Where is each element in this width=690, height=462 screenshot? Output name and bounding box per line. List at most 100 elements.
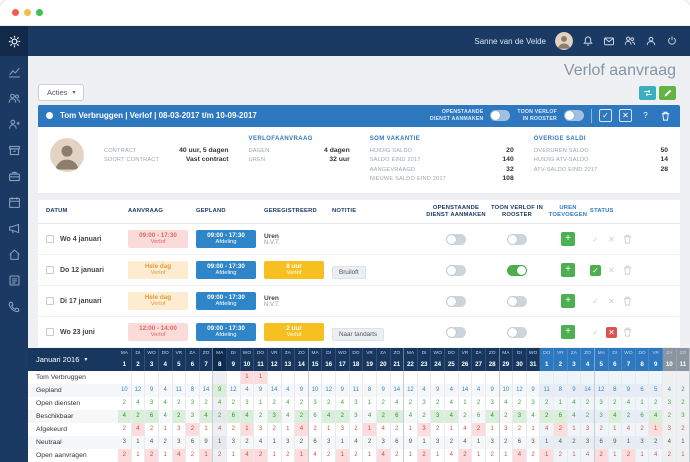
calendar-cell[interactable]: 12 bbox=[132, 384, 146, 397]
calendar-cell[interactable] bbox=[540, 371, 554, 384]
avatar[interactable] bbox=[555, 32, 573, 50]
calendar-cell[interactable]: 2 bbox=[540, 410, 554, 423]
calendar-cell[interactable]: 3 bbox=[173, 423, 187, 436]
reject-icon[interactable]: ✕ bbox=[606, 296, 617, 307]
users-icon[interactable] bbox=[624, 35, 636, 47]
calendar-cell[interactable]: 3 bbox=[377, 436, 391, 449]
calendar-cell[interactable]: 14 bbox=[391, 384, 405, 397]
calendar-cell[interactable] bbox=[459, 371, 473, 384]
calendar-cell[interactable]: 2 bbox=[595, 423, 609, 436]
calendar-cell[interactable] bbox=[486, 371, 500, 384]
calendar-cell[interactable]: 14 bbox=[581, 384, 595, 397]
calendar-cell[interactable]: 2 bbox=[609, 397, 623, 410]
calendar-cell[interactable] bbox=[500, 371, 514, 384]
calendar-cell[interactable]: 4 bbox=[554, 436, 568, 449]
calendar-cell[interactable]: 4 bbox=[418, 384, 432, 397]
uren-toevoegen-button[interactable]: + bbox=[561, 294, 575, 308]
calendar-cell[interactable] bbox=[472, 371, 486, 384]
calendar-cell[interactable]: 1 bbox=[459, 397, 473, 410]
calendar-cell[interactable]: 2 bbox=[391, 449, 405, 462]
row-toon-verlof-toggle[interactable] bbox=[507, 234, 527, 245]
calendar-cell[interactable]: 4 bbox=[377, 449, 391, 462]
calendar-cell[interactable]: 3 bbox=[431, 436, 445, 449]
calendar-cell[interactable] bbox=[377, 371, 391, 384]
calendar-cell[interactable]: 2 bbox=[118, 397, 132, 410]
calendar-cell[interactable]: 2 bbox=[118, 449, 132, 462]
calendar-cell[interactable]: 1 bbox=[336, 436, 350, 449]
calendar-cell[interactable]: 3 bbox=[118, 436, 132, 449]
calendar-cell[interactable]: 3 bbox=[186, 397, 200, 410]
calendar-cell[interactable] bbox=[418, 371, 432, 384]
approve-icon[interactable]: ✓ bbox=[590, 234, 601, 245]
calendar-cell[interactable]: 2 bbox=[132, 410, 146, 423]
calendar-cell[interactable]: 4 bbox=[527, 410, 541, 423]
calendar-cell[interactable]: 4 bbox=[173, 449, 187, 462]
reject-icon[interactable]: ✕ bbox=[606, 234, 617, 245]
row-checkbox[interactable] bbox=[46, 328, 54, 336]
calendar-cell[interactable]: 2 bbox=[418, 449, 432, 462]
calendar-cell[interactable]: 4 bbox=[445, 384, 459, 397]
calendar-cell[interactable]: 2 bbox=[554, 449, 568, 462]
calendar-cell[interactable]: 4 bbox=[282, 397, 296, 410]
calendar-cell[interactable]: 2 bbox=[241, 436, 255, 449]
calendar-cell[interactable]: 1 bbox=[568, 449, 582, 462]
calendar-cell[interactable]: 1 bbox=[486, 423, 500, 436]
calendar-cell[interactable] bbox=[581, 371, 595, 384]
calendar-cell[interactable]: 1 bbox=[445, 423, 459, 436]
calendar-cell[interactable] bbox=[431, 371, 445, 384]
calendar-cell[interactable]: 3 bbox=[173, 436, 187, 449]
gepland-pill[interactable]: 09:00 - 17:30Afdeling bbox=[196, 292, 256, 310]
calendar-cell[interactable]: 3 bbox=[282, 436, 296, 449]
calendar-cell[interactable]: 4 bbox=[649, 449, 663, 462]
approve-icon[interactable]: ✓ bbox=[590, 327, 601, 338]
delete-icon[interactable] bbox=[622, 327, 633, 338]
calendar-cell[interactable]: 4 bbox=[486, 410, 500, 423]
calendar-cell[interactable]: 3 bbox=[663, 397, 677, 410]
calendar-cell[interactable]: 9 bbox=[527, 384, 541, 397]
sidebar-item-users[interactable] bbox=[8, 92, 21, 105]
calendar-cell[interactable]: 4 bbox=[663, 384, 677, 397]
calendar-cell[interactable]: 4 bbox=[118, 410, 132, 423]
calendar-cell[interactable]: 2 bbox=[663, 449, 677, 462]
acties-button[interactable]: Acties ▾ bbox=[38, 84, 84, 101]
aanvraag-pill[interactable]: 09:00 - 17:30Verlof bbox=[128, 230, 188, 248]
calendar-cell[interactable]: 8 bbox=[609, 384, 623, 397]
calendar-cell[interactable]: 2 bbox=[500, 436, 514, 449]
delete-icon[interactable] bbox=[622, 296, 633, 307]
calendar-cell[interactable]: 2 bbox=[295, 410, 309, 423]
calendar-cell[interactable]: 9 bbox=[254, 384, 268, 397]
calendar-cell[interactable]: 14 bbox=[459, 384, 473, 397]
mail-icon[interactable] bbox=[603, 35, 615, 47]
help-icon[interactable]: ? bbox=[639, 109, 652, 122]
calendar-cell[interactable]: 2 bbox=[295, 436, 309, 449]
calendar-cell[interactable]: 8 bbox=[363, 384, 377, 397]
calendar-cell[interactable]: 4 bbox=[445, 410, 459, 423]
calendar-cell[interactable] bbox=[595, 371, 609, 384]
calendar-cell[interactable] bbox=[173, 371, 187, 384]
calendar-cell[interactable]: 2 bbox=[227, 423, 241, 436]
calendar-cell[interactable]: 6 bbox=[636, 384, 650, 397]
calendar-cell[interactable] bbox=[268, 371, 282, 384]
calendar-cell[interactable]: 9 bbox=[609, 436, 623, 449]
calendar-cell[interactable]: 11 bbox=[173, 384, 187, 397]
calendar-cell[interactable] bbox=[636, 371, 650, 384]
calendar-cell[interactable]: 3 bbox=[145, 397, 159, 410]
calendar-cell[interactable]: 9 bbox=[568, 384, 582, 397]
calendar-cell[interactable] bbox=[404, 371, 418, 384]
calendar-cell[interactable]: 2 bbox=[540, 397, 554, 410]
calendar-cell[interactable]: 1 bbox=[322, 423, 336, 436]
calendar-cell[interactable]: 2 bbox=[200, 397, 214, 410]
calendar-cell[interactable]: 1 bbox=[472, 449, 486, 462]
calendar-cell[interactable]: 4 bbox=[445, 397, 459, 410]
geregistreerd-pill[interactable]: 2 uurVerlof bbox=[264, 323, 324, 341]
calendar-cell[interactable]: 1 bbox=[363, 423, 377, 436]
calendar-cell[interactable]: 1 bbox=[159, 449, 173, 462]
calendar-cell[interactable]: 1 bbox=[677, 449, 690, 462]
approve-icon[interactable]: ✓ bbox=[590, 265, 601, 276]
calendar-cell[interactable]: 1 bbox=[227, 449, 241, 462]
calendar-cell[interactable]: 2 bbox=[568, 436, 582, 449]
calendar-cell[interactable]: 2 bbox=[186, 449, 200, 462]
calendar-cell[interactable]: 2 bbox=[636, 423, 650, 436]
calendar-cell[interactable]: 2 bbox=[500, 410, 514, 423]
calendar-cell[interactable]: 6 bbox=[391, 410, 405, 423]
